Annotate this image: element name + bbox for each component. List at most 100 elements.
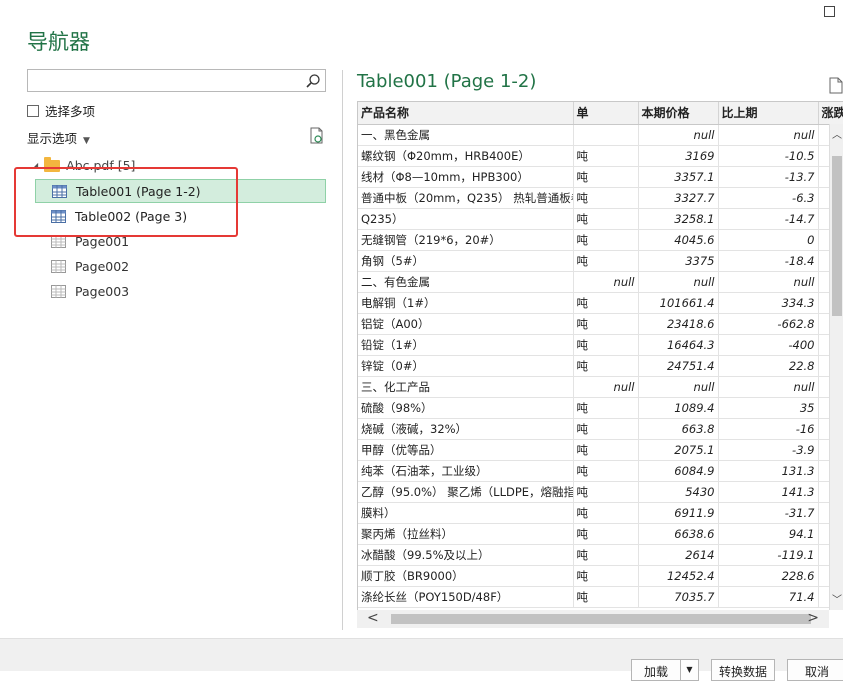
table-cell: 5430	[638, 481, 719, 503]
table-cell: 吨	[573, 502, 639, 524]
table-cell: 35	[718, 397, 819, 419]
scroll-up-icon[interactable]: ︿	[830, 126, 843, 141]
tree-item-page001[interactable]: Page001	[35, 229, 326, 253]
tree-item-table002[interactable]: Table002 (Page 3)	[35, 204, 326, 228]
table-cell: 电解铜（1#）	[358, 292, 574, 314]
table-cell: -14.7	[718, 208, 819, 230]
select-multiple-option[interactable]: 选择多项	[27, 101, 95, 120]
table-row: 涤纶长丝（POY150D/48F）吨 7035.7 71.4	[358, 586, 843, 608]
table-cell: 硫酸（98%）	[358, 397, 574, 419]
table-row: 铝锭（A00）吨 23418.6 -662.8	[358, 313, 843, 335]
table-cell: 三、化工产品	[358, 376, 574, 398]
table-cell: 角钢（5#）	[358, 250, 574, 272]
table-cell: 纯苯（石油苯，工业级）	[358, 460, 574, 482]
load-button[interactable]: 加载	[631, 659, 681, 681]
column-header[interactable]: 比上期	[718, 102, 819, 125]
tree-root-file[interactable]: ◢ Abc.pdf [5]	[32, 156, 136, 173]
refresh-icon[interactable]	[309, 127, 324, 144]
table-row: 锌锭（0#）吨 24751.4 22.8	[358, 355, 843, 377]
scrollbar-thumb[interactable]	[391, 614, 811, 624]
table-cell: 23418.6	[638, 313, 719, 335]
table-cell: 吨	[573, 439, 639, 461]
table-cell: 22.8	[718, 355, 819, 377]
column-header[interactable]: 单	[573, 102, 639, 125]
table-cell: 吨	[573, 586, 639, 608]
table-cell: 94.1	[718, 523, 819, 545]
vertical-scrollbar[interactable]: ︿ ﹀	[829, 124, 843, 610]
table-cell: null	[638, 124, 719, 146]
table-cell: 71.4	[718, 586, 819, 608]
table-cell: null	[638, 376, 719, 398]
table-cell: -13.7	[718, 166, 819, 188]
load-dropdown-icon[interactable]: ▼	[681, 659, 699, 681]
table-cell: 聚丙烯（拉丝料）	[358, 523, 574, 545]
export-icon[interactable]	[829, 77, 843, 94]
table-cell: 铝锭（A00）	[358, 313, 574, 335]
column-header[interactable]: 本期价格	[638, 102, 719, 125]
table-cell: 吨	[573, 481, 639, 503]
tree-root-label: Abc.pdf [5]	[66, 158, 136, 173]
table-cell: -16	[718, 418, 819, 440]
scroll-right-icon[interactable]: >	[807, 610, 819, 626]
table-cell: 吨	[573, 250, 639, 272]
table-cell: 吨	[573, 187, 639, 209]
tree-item-label: Page003	[75, 283, 130, 299]
tree-item-page002[interactable]: Page002	[35, 254, 326, 278]
tree-item-label: Table001 (Page 1-2)	[76, 183, 201, 199]
table-header-row: 产品名称 单 本期价格 比上期 涨跌	[358, 102, 843, 125]
search-input[interactable]	[27, 69, 326, 92]
chevron-down-icon: ▼	[83, 136, 90, 146]
tree-item-table001[interactable]: Table001 (Page 1-2)	[35, 179, 326, 203]
scroll-left-icon[interactable]: <	[367, 610, 379, 626]
table-cell: 228.6	[718, 565, 819, 587]
table-row: 膜料）吨 6911.9 -31.7	[358, 502, 843, 524]
search-icon[interactable]	[305, 73, 321, 89]
table-cell: 663.8	[638, 418, 719, 440]
table-cell: 甲醇（优等品）	[358, 439, 574, 461]
horizontal-scrollbar[interactable]: < >	[357, 610, 829, 628]
tree-item-label: Page001	[75, 233, 130, 249]
table-cell: 141.3	[718, 481, 819, 503]
table-cell: 3258.1	[638, 208, 719, 230]
table-cell: 3375	[638, 250, 719, 272]
tree-item-page003[interactable]: Page003	[35, 279, 326, 303]
transform-data-button[interactable]: 转换数据	[711, 659, 775, 681]
column-header[interactable]: 产品名称	[358, 102, 574, 125]
table-cell: -10.5	[718, 145, 819, 167]
table-row: 三、化工产品 null null null	[358, 376, 843, 398]
table-row: 无缝钢管（219*6，20#）吨 4045.6 0	[358, 229, 843, 251]
table-cell: 1089.4	[638, 397, 719, 419]
table-cell: 一、黑色金属	[358, 124, 574, 146]
table-cell: 131.3	[718, 460, 819, 482]
page-icon	[51, 259, 66, 273]
table-cell: 普通中板（20mm，Q235） 热轧普通板卷	[358, 187, 574, 209]
table-row: 硫酸（98%）吨 1089.4 35	[358, 397, 843, 419]
table-row: Q235）吨 3258.1 -14.7	[358, 208, 843, 230]
table-cell: -6.3	[718, 187, 819, 209]
panel-divider[interactable]	[342, 70, 343, 630]
table-cell: 吨	[573, 565, 639, 587]
table-cell: 涤纶长丝（POY150D/48F）	[358, 586, 574, 608]
page-icon	[51, 234, 66, 248]
table-cell: 膜料）	[358, 502, 574, 524]
table-row: 普通中板（20mm，Q235） 热轧普通板卷吨 3327.7 -6.3	[358, 187, 843, 209]
select-multiple-checkbox[interactable]	[27, 104, 39, 117]
table-row: 角钢（5#）吨 3375 -18.4	[358, 250, 843, 272]
table-cell: 铅锭（1#）	[358, 334, 574, 356]
table-row: 纯苯（石油苯，工业级）吨 6084.9 131.3	[358, 460, 843, 482]
table-cell: 2614	[638, 544, 719, 566]
scrollbar-thumb[interactable]	[832, 156, 842, 316]
table-cell: 16464.3	[638, 334, 719, 356]
table-icon	[52, 184, 67, 198]
table-cell: -3.9	[718, 439, 819, 461]
table-cell: 锌锭（0#）	[358, 355, 574, 377]
collapse-arrow-icon[interactable]: ◢	[32, 161, 38, 170]
display-options-dropdown[interactable]: 显示选项 ▼	[27, 128, 90, 147]
scroll-down-icon[interactable]: ﹀	[830, 591, 843, 606]
table-row: 顺丁胶（BR9000）吨 12452.4 228.6	[358, 565, 843, 587]
maximize-button[interactable]	[824, 6, 835, 17]
column-header[interactable]: 涨跌	[818, 102, 843, 125]
cancel-button[interactable]: 取消	[787, 659, 843, 681]
table-cell: 24751.4	[638, 355, 719, 377]
table-cell: 吨	[573, 292, 639, 314]
